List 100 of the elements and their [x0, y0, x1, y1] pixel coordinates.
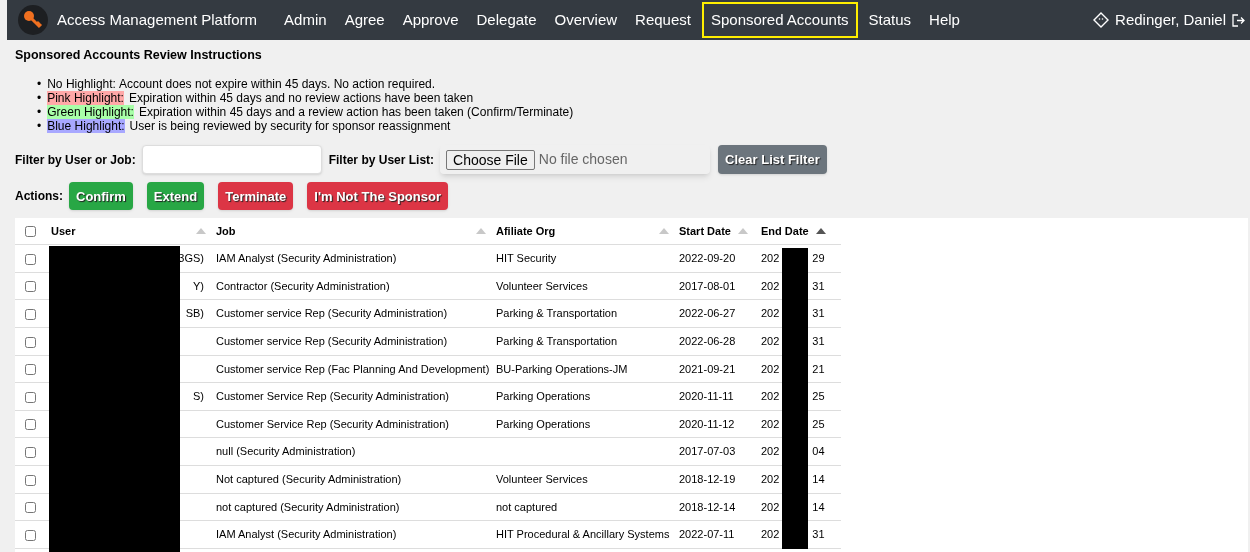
column-header[interactable]: Afiliate Org [496, 222, 556, 240]
table-cell: 2018-12-14 [679, 500, 736, 513]
key-icon [18, 5, 48, 35]
instruction-text: Account does not expire within 45 days. No action required. [118, 76, 436, 91]
table-cell-text: 202 [761, 389, 780, 405]
table-cell: Parking Operations [496, 417, 591, 430]
table-cell-text: 202 [761, 361, 780, 377]
table-cell-text: 202 [761, 472, 780, 488]
logout-icon[interactable] [1232, 13, 1245, 27]
column-header[interactable]: End Date [761, 222, 809, 240]
nav-tab[interactable]: Admin [275, 1, 336, 39]
user-icon [1093, 12, 1110, 28]
filter-input[interactable] [141, 145, 322, 175]
table-cell: 2022-06-28 [679, 335, 736, 348]
row-checkbox[interactable] [25, 447, 36, 459]
instruction-text: User is being reviewed by security for sponsor reassignment [129, 118, 451, 133]
table-cell: 2018-12-19 [679, 473, 736, 486]
clear-filter-button[interactable]: Clear List Filter [718, 145, 827, 175]
sort-icon[interactable] [815, 228, 826, 234]
table-cell: SB) [185, 307, 204, 320]
table-cell: 3GS) [178, 252, 204, 265]
table-cell-text: 31 [812, 306, 825, 322]
table-cell: IAM Analyst (Security Administration) [216, 252, 397, 265]
actions-label: Actions: [15, 188, 63, 206]
column-header[interactable]: User [51, 222, 76, 240]
nav-tab[interactable]: Status [859, 1, 921, 39]
table-cell-text: 202 [761, 306, 780, 322]
table-cell-text: 202 [761, 444, 780, 460]
table-cell: Customer service Rep (Fac Planning And Development) [216, 362, 490, 375]
table-cell-text: 25 [812, 389, 825, 405]
table-cell: Customer Service Rep (Security Administration) [216, 390, 449, 403]
nav-tab[interactable]: Agree [335, 1, 394, 39]
table-cell: Customer service Rep (Security Administration) [216, 335, 448, 348]
table-cell-text: 202 [761, 251, 780, 267]
table-cell-text: 25 [812, 416, 825, 432]
highlight-label: Pink Highlight: [47, 90, 124, 105]
table-cell-text: 202 [761, 527, 780, 543]
table-cell: 2022-09-20 [679, 252, 736, 265]
select-all-checkbox[interactable] [25, 226, 36, 238]
row-checkbox[interactable] [25, 336, 36, 348]
table-cell-text: 04 [812, 444, 825, 460]
row-checkbox[interactable] [25, 309, 36, 321]
nav-tab[interactable]: Overview [545, 1, 627, 39]
table-cell: 2017-08-01 [679, 279, 736, 292]
table-cell-text: 202 [761, 416, 780, 432]
table-cell: 2022-07-11 [679, 528, 735, 541]
file-input[interactable]: Choose File No file chosen [440, 145, 711, 175]
action-button[interactable]: I'm Not The Sponsor [307, 182, 448, 211]
row-checkbox[interactable] [25, 391, 36, 403]
row-checkbox[interactable] [25, 474, 36, 486]
table-cell: IAM Analyst (Security Administration) [216, 528, 397, 541]
table-cell: Customer Service Rep (Security Administration) [216, 417, 449, 430]
bullet: • [37, 76, 42, 91]
table-cell: Not captured (Security Administration) [216, 473, 402, 486]
user-name[interactable]: Redinger, Daniel [1115, 8, 1226, 32]
table-cell-text: 202 [761, 499, 780, 515]
brand-name[interactable]: Access Management Platform [57, 8, 258, 32]
table-cell: Customer service Rep (Security Administration) [216, 307, 448, 320]
table-cell: not captured (Security Administration) [216, 500, 400, 513]
action-button[interactable]: Terminate [218, 182, 294, 211]
row-checkbox[interactable] [25, 529, 36, 541]
table-cell-text: 14 [812, 499, 825, 515]
table-cell-text: 31 [812, 278, 825, 294]
nav-tab[interactable]: Sponsored Accounts [701, 1, 858, 39]
nav-tab[interactable]: Help [920, 1, 969, 39]
instruction-text: Expiration within 45 days and no review actions have been taken [128, 90, 474, 105]
table-cell: Volunteer Services [496, 473, 588, 486]
table-cell: null (Security Administration) [216, 445, 356, 458]
bullet: • [37, 118, 42, 133]
filter-label: Filter by User List: [328, 151, 435, 169]
highlight-label: No Highlight: [47, 76, 116, 91]
nav-tab[interactable]: Approve [393, 1, 468, 39]
table-cell: not captured [496, 500, 558, 513]
table-cell: 2017-07-03 [679, 445, 736, 458]
column-header[interactable]: Job [216, 222, 236, 240]
row-checkbox[interactable] [25, 253, 36, 265]
row-checkbox[interactable] [25, 419, 36, 431]
row-checkbox[interactable] [25, 502, 36, 514]
table-cell-text: 21 [812, 361, 825, 377]
table-cell-text: 31 [812, 527, 825, 543]
row-checkbox[interactable] [25, 281, 36, 293]
row-checkbox[interactable] [25, 364, 36, 376]
table-cell: Parking Operations [496, 390, 591, 403]
nav-tab[interactable]: Delegate [467, 1, 546, 39]
table-cell: Contractor (Security Administration) [216, 279, 390, 292]
table-cell-text: 29 [812, 251, 825, 267]
table-cell-text: 202 [761, 334, 780, 350]
filter-label: Filter by User or Job: [15, 151, 136, 169]
bullet: • [37, 90, 42, 105]
table-cell-text: 31 [812, 334, 825, 350]
table-cell: Y) [193, 279, 204, 292]
column-header[interactable]: Start Date [679, 222, 731, 240]
bullet: • [37, 104, 42, 119]
table-cell-text: 14 [812, 472, 825, 488]
table-cell: Parking & Transportation [496, 335, 618, 348]
table-cell: 2020-11-12 [679, 417, 735, 430]
nav-tab[interactable]: Request [626, 1, 700, 39]
table-cell: Parking & Transportation [496, 307, 618, 320]
table-cell: HIT Security [496, 252, 557, 265]
instruction-text: Expiration within 45 days and a review action has been taken (Confirm/Terminate) [138, 104, 574, 119]
